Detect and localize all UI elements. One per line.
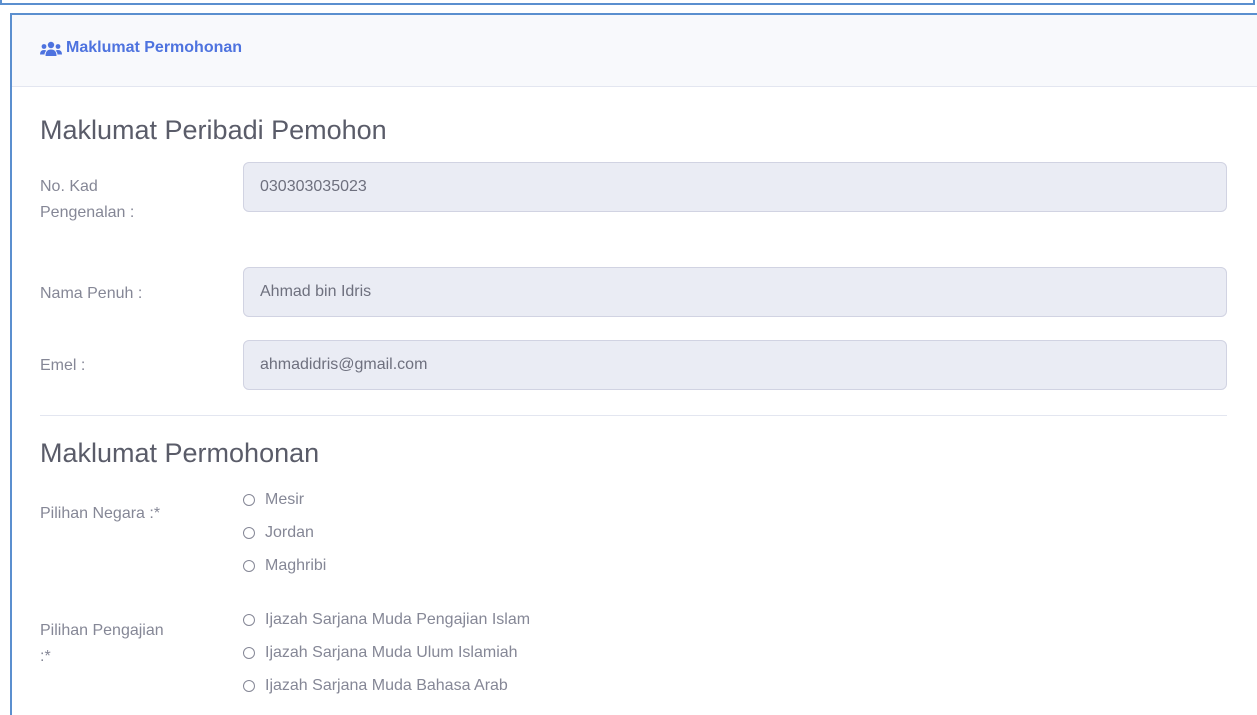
radio-circle-icon[interactable] [243,614,255,626]
radio-circle-icon[interactable] [243,680,255,692]
study-option-label: Ijazah Sarjana Muda Pengajian Islam [265,611,531,628]
study-label-line2: :* [40,648,51,665]
study-label-line1: Pilihan Pengajian [40,622,164,639]
section-divider [40,415,1227,416]
country-option-jordan[interactable]: Jordan [243,522,314,544]
personal-section-title: Maklumat Peribadi Pemohon [40,115,387,145]
application-section-title: Maklumat Permohonan [40,438,320,468]
application-card: Maklumat Permohonan Maklumat Peribadi Pe… [10,13,1257,715]
full-name-field[interactable]: Ahmad bin Idris [243,267,1227,317]
name-label: Nama Penuh : [40,285,143,302]
country-option-label: Mesir [265,491,305,508]
ic-number-field[interactable]: 030303035023 [243,162,1227,212]
study-label: Pilihan Pengajian :* [40,618,164,670]
radio-circle-icon[interactable] [243,560,255,572]
card-header-title: Maklumat Permohonan [66,39,243,56]
radio-circle-icon[interactable] [243,647,255,659]
top-panel-edge [0,0,1255,5]
study-option-label: Ijazah Sarjana Muda Ulum Islamiah [265,644,518,661]
country-option-maghribi[interactable]: Maghribi [243,555,326,577]
country-option-label: Maghribi [265,557,327,574]
email-label: Emel : [40,357,86,374]
country-label: Pilihan Negara :* [40,505,161,522]
ic-label: No. Kad Pengenalan : [40,174,134,226]
email-field[interactable]: ahmadidris@gmail.com [243,340,1227,390]
country-option-label: Jordan [265,524,314,541]
study-option-label: Ijazah Sarjana Muda Bahasa Arab [265,677,508,694]
radio-circle-icon[interactable] [243,494,255,506]
ic-label-line1: No. Kad [40,178,98,195]
study-option-pengajian-islam[interactable]: Ijazah Sarjana Muda Pengajian Islam [243,609,530,631]
card-header: Maklumat Permohonan [12,15,1257,87]
study-option-bahasa-arab[interactable]: Ijazah Sarjana Muda Bahasa Arab [243,675,508,697]
radio-circle-icon[interactable] [243,527,255,539]
ic-label-line2: Pengenalan : [40,204,135,221]
users-icon [40,41,62,56]
country-option-mesir[interactable]: Mesir [243,489,304,511]
study-option-ulum-islamiah[interactable]: Ijazah Sarjana Muda Ulum Islamiah [243,642,518,664]
